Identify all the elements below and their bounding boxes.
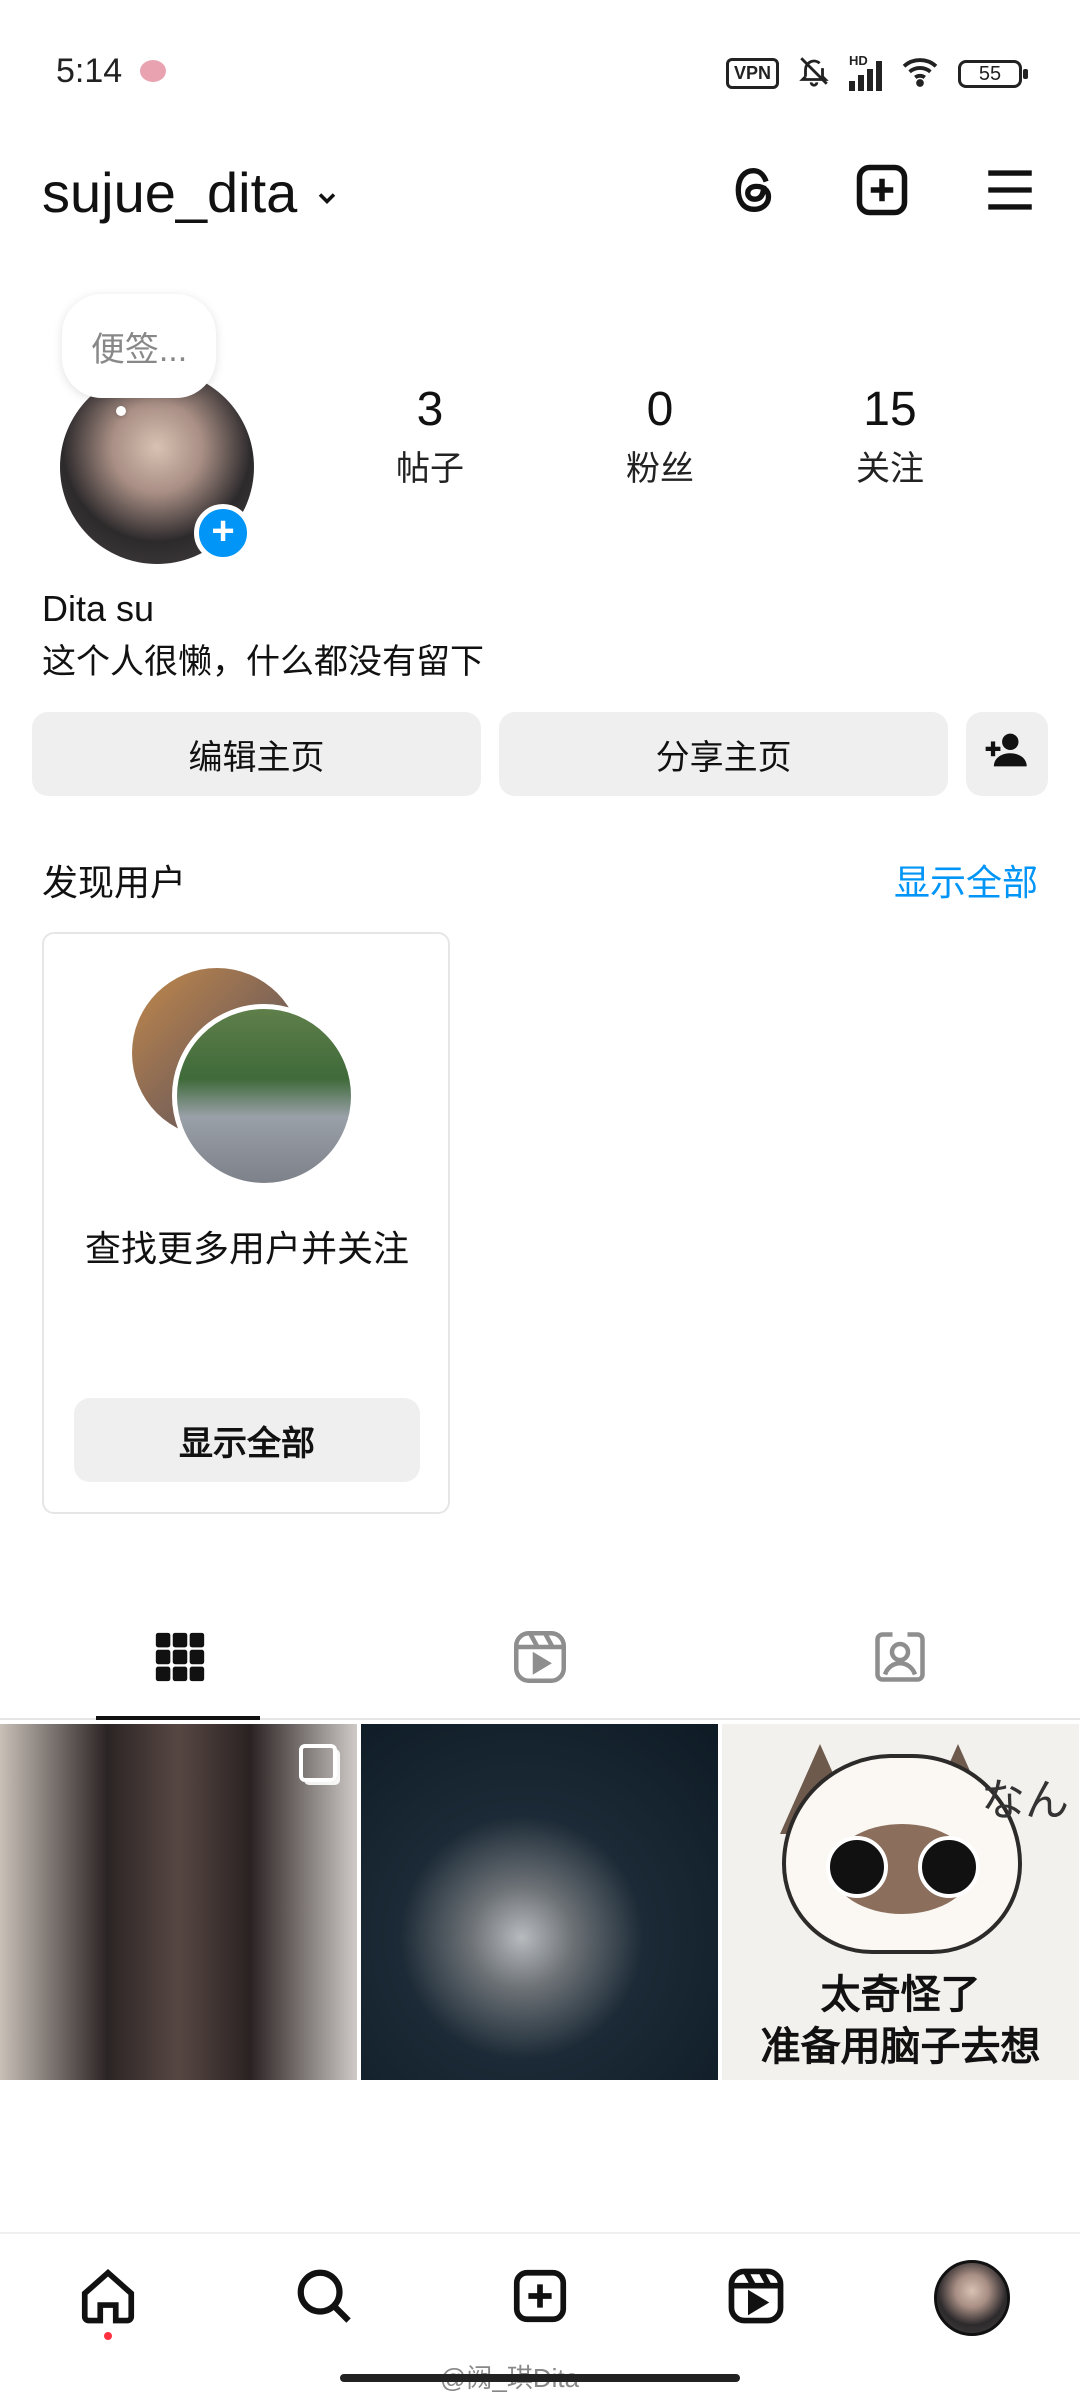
nav-create[interactable] (490, 2248, 590, 2348)
threads-icon[interactable] (722, 158, 786, 222)
stat-posts[interactable]: 3 帖子 (340, 382, 520, 490)
status-bar: 5:14 VPN HD 55 (0, 0, 1080, 140)
cat-caption-side: なん (981, 1775, 1069, 1826)
signal-icon: HD (849, 53, 882, 91)
profile-actions: 编辑主页 分享主页 (32, 712, 1048, 796)
carousel-icon (299, 1744, 337, 1782)
discover-show-all-link[interactable]: 显示全部 (894, 854, 1038, 906)
menu-icon[interactable] (978, 158, 1042, 222)
notification-dot (104, 2332, 112, 2340)
nav-reels[interactable] (706, 2248, 806, 2348)
post-thumbnail[interactable] (361, 1724, 718, 2080)
wifi-icon (900, 55, 940, 92)
stat-label: 关注 (856, 450, 924, 488)
stat-followers[interactable]: 0 粉丝 (570, 382, 750, 490)
home-indicator[interactable] (340, 2374, 740, 2382)
home-icon (77, 2265, 139, 2332)
grid-icon (151, 1628, 209, 1691)
tab-grid[interactable] (0, 1600, 360, 1720)
stat-value: 3 (416, 383, 444, 436)
profile-tabs (0, 1600, 1080, 1720)
post-thumbnail[interactable] (0, 1724, 357, 2080)
search-icon (293, 2265, 355, 2332)
suggestion-card-text: 查找更多用户并关注 (84, 1228, 409, 1269)
vpn-icon: VPN (725, 58, 779, 89)
stat-value: 15 (863, 383, 917, 436)
post-thumbnail[interactable]: なん 太奇怪了 准备用脑子去想 (722, 1724, 1079, 2080)
header-actions (722, 158, 1042, 222)
battery-icon: 55 (958, 59, 1028, 88)
bottom-nav (0, 2232, 1080, 2362)
nav-profile[interactable] (922, 2248, 1022, 2348)
reels-icon (510, 1627, 570, 1692)
share-profile-button[interactable]: 分享主页 (499, 712, 949, 796)
cat-caption: 太奇怪了 (820, 1972, 981, 2018)
stat-value: 0 (646, 383, 674, 436)
nav-search[interactable] (274, 2248, 374, 2348)
tab-tagged[interactable] (720, 1600, 1080, 1718)
create-post-icon[interactable] (850, 158, 914, 222)
add-story-button[interactable]: + (194, 504, 252, 562)
profile-stats: 3 帖子 0 粉丝 15 关注 (340, 382, 980, 490)
chevron-down-icon (313, 160, 341, 225)
status-time: 5:14 (56, 52, 123, 90)
avatar (934, 2260, 1010, 2336)
suggested-user-avatar (172, 1004, 356, 1188)
mute-bell-icon (797, 54, 831, 93)
username: sujue_dita (42, 161, 298, 224)
discover-title: 发现用户 (42, 862, 187, 903)
stat-label: 帖子 (396, 450, 464, 488)
status-icons: VPN HD 55 (725, 53, 1028, 93)
network-type-label: HD (849, 52, 868, 68)
tab-reels[interactable] (360, 1600, 720, 1718)
reels-icon (725, 2265, 787, 2332)
display-name: Dita su (42, 588, 155, 629)
account-switcher[interactable]: sujue_dita (42, 160, 341, 225)
stat-following[interactable]: 15 关注 (800, 382, 980, 490)
suggestion-card: 查找更多用户并关注 显示全部 (42, 932, 450, 1514)
cat-eye (826, 1836, 888, 1898)
suggestion-show-all-button[interactable]: 显示全部 (74, 1398, 420, 1482)
note-bubble[interactable]: 便签... (62, 294, 216, 398)
profile-header: sujue_dita (0, 140, 1080, 240)
note-bubble-tail (116, 406, 126, 416)
cat-eye (918, 1836, 980, 1898)
tagged-icon (870, 1627, 930, 1692)
add-post-icon (509, 2265, 571, 2332)
nav-home[interactable] (58, 2248, 158, 2348)
notification-app-icon (140, 60, 166, 82)
discover-people-button[interactable] (966, 712, 1048, 796)
edit-profile-button[interactable]: 编辑主页 (32, 712, 482, 796)
stat-label: 粉丝 (626, 450, 694, 488)
cat-caption: 准备用脑子去想 (760, 2024, 1041, 2070)
add-person-icon (984, 730, 1030, 779)
post-grid: なん 太奇怪了 准备用脑子去想 (0, 1724, 1080, 2080)
bio: 这个人很懒，什么都没有留下 (42, 643, 484, 681)
